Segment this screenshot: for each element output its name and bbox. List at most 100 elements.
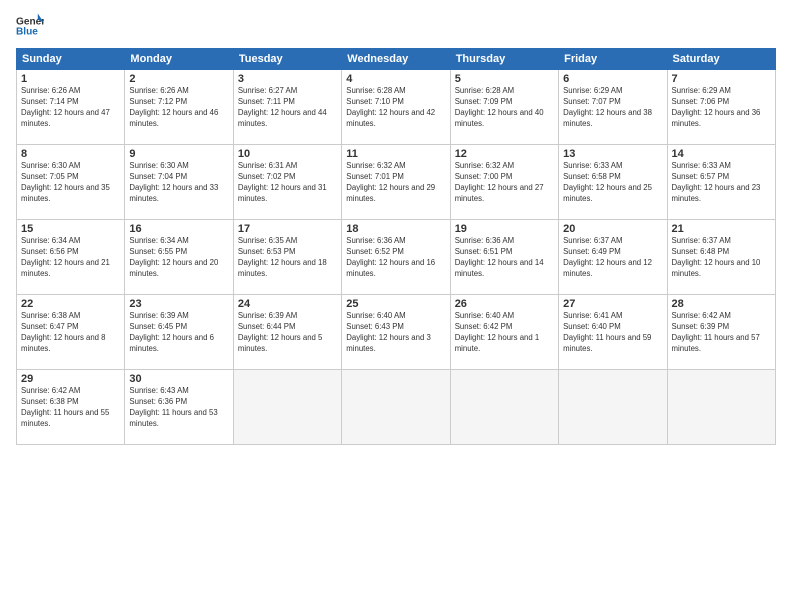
day-number: 29	[21, 373, 120, 385]
day-info: Sunrise: 6:34 AM Sunset: 6:56 PM Dayligh…	[21, 236, 120, 280]
day-cell-29: 29 Sunrise: 6:42 AM Sunset: 6:38 PM Dayl…	[17, 370, 125, 445]
day-cell-16: 16 Sunrise: 6:34 AM Sunset: 6:55 PM Dayl…	[125, 220, 233, 295]
day-info: Sunrise: 6:33 AM Sunset: 6:57 PM Dayligh…	[672, 161, 771, 205]
day-info: Sunrise: 6:41 AM Sunset: 6:40 PM Dayligh…	[563, 311, 662, 355]
day-number: 9	[129, 148, 228, 160]
logo: General Blue	[16, 12, 44, 40]
day-number: 28	[672, 298, 771, 310]
empty-cell	[342, 370, 450, 445]
day-cell-25: 25 Sunrise: 6:40 AM Sunset: 6:43 PM Dayl…	[342, 295, 450, 370]
header-friday: Friday	[559, 49, 667, 70]
header-tuesday: Tuesday	[233, 49, 341, 70]
day-info: Sunrise: 6:39 AM Sunset: 6:44 PM Dayligh…	[238, 311, 337, 355]
calendar: Sunday Monday Tuesday Wednesday Thursday…	[16, 48, 776, 445]
day-number: 2	[129, 73, 228, 85]
logo-icon: General Blue	[16, 12, 44, 40]
day-number: 6	[563, 73, 662, 85]
day-cell-21: 21 Sunrise: 6:37 AM Sunset: 6:48 PM Dayl…	[667, 220, 775, 295]
day-cell-8: 8 Sunrise: 6:30 AM Sunset: 7:05 PM Dayli…	[17, 145, 125, 220]
day-cell-24: 24 Sunrise: 6:39 AM Sunset: 6:44 PM Dayl…	[233, 295, 341, 370]
svg-text:Blue: Blue	[16, 27, 38, 38]
day-number: 16	[129, 223, 228, 235]
day-info: Sunrise: 6:37 AM Sunset: 6:48 PM Dayligh…	[672, 236, 771, 280]
day-number: 10	[238, 148, 337, 160]
day-cell-17: 17 Sunrise: 6:35 AM Sunset: 6:53 PM Dayl…	[233, 220, 341, 295]
page: General Blue Sunday Monday Tuesday Wedne…	[0, 0, 792, 612]
day-cell-11: 11 Sunrise: 6:32 AM Sunset: 7:01 PM Dayl…	[342, 145, 450, 220]
empty-cell	[450, 370, 558, 445]
day-cell-2: 2 Sunrise: 6:26 AM Sunset: 7:12 PM Dayli…	[125, 70, 233, 145]
day-number: 15	[21, 223, 120, 235]
day-cell-19: 19 Sunrise: 6:36 AM Sunset: 6:51 PM Dayl…	[450, 220, 558, 295]
day-info: Sunrise: 6:29 AM Sunset: 7:06 PM Dayligh…	[672, 86, 771, 130]
day-cell-20: 20 Sunrise: 6:37 AM Sunset: 6:49 PM Dayl…	[559, 220, 667, 295]
day-cell-7: 7 Sunrise: 6:29 AM Sunset: 7:06 PM Dayli…	[667, 70, 775, 145]
day-info: Sunrise: 6:33 AM Sunset: 6:58 PM Dayligh…	[563, 161, 662, 205]
day-cell-28: 28 Sunrise: 6:42 AM Sunset: 6:39 PM Dayl…	[667, 295, 775, 370]
day-info: Sunrise: 6:26 AM Sunset: 7:12 PM Dayligh…	[129, 86, 228, 130]
day-cell-12: 12 Sunrise: 6:32 AM Sunset: 7:00 PM Dayl…	[450, 145, 558, 220]
day-info: Sunrise: 6:43 AM Sunset: 6:36 PM Dayligh…	[129, 386, 228, 430]
day-number: 20	[563, 223, 662, 235]
day-cell-9: 9 Sunrise: 6:30 AM Sunset: 7:04 PM Dayli…	[125, 145, 233, 220]
day-number: 12	[455, 148, 554, 160]
day-info: Sunrise: 6:40 AM Sunset: 6:42 PM Dayligh…	[455, 311, 554, 355]
day-number: 24	[238, 298, 337, 310]
day-number: 22	[21, 298, 120, 310]
day-number: 19	[455, 223, 554, 235]
header-wednesday: Wednesday	[342, 49, 450, 70]
day-info: Sunrise: 6:40 AM Sunset: 6:43 PM Dayligh…	[346, 311, 445, 355]
day-cell-3: 3 Sunrise: 6:27 AM Sunset: 7:11 PM Dayli…	[233, 70, 341, 145]
day-number: 21	[672, 223, 771, 235]
day-cell-30: 30 Sunrise: 6:43 AM Sunset: 6:36 PM Dayl…	[125, 370, 233, 445]
day-cell-23: 23 Sunrise: 6:39 AM Sunset: 6:45 PM Dayl…	[125, 295, 233, 370]
day-info: Sunrise: 6:37 AM Sunset: 6:49 PM Dayligh…	[563, 236, 662, 280]
empty-cell	[559, 370, 667, 445]
day-number: 25	[346, 298, 445, 310]
day-info: Sunrise: 6:42 AM Sunset: 6:38 PM Dayligh…	[21, 386, 120, 430]
week-row-3: 15 Sunrise: 6:34 AM Sunset: 6:56 PM Dayl…	[17, 220, 776, 295]
day-number: 1	[21, 73, 120, 85]
day-info: Sunrise: 6:27 AM Sunset: 7:11 PM Dayligh…	[238, 86, 337, 130]
day-number: 4	[346, 73, 445, 85]
day-cell-10: 10 Sunrise: 6:31 AM Sunset: 7:02 PM Dayl…	[233, 145, 341, 220]
day-info: Sunrise: 6:36 AM Sunset: 6:51 PM Dayligh…	[455, 236, 554, 280]
day-info: Sunrise: 6:32 AM Sunset: 7:01 PM Dayligh…	[346, 161, 445, 205]
header-sunday: Sunday	[17, 49, 125, 70]
week-row-2: 8 Sunrise: 6:30 AM Sunset: 7:05 PM Dayli…	[17, 145, 776, 220]
day-cell-4: 4 Sunrise: 6:28 AM Sunset: 7:10 PM Dayli…	[342, 70, 450, 145]
day-number: 18	[346, 223, 445, 235]
day-number: 17	[238, 223, 337, 235]
day-info: Sunrise: 6:34 AM Sunset: 6:55 PM Dayligh…	[129, 236, 228, 280]
day-info: Sunrise: 6:42 AM Sunset: 6:39 PM Dayligh…	[672, 311, 771, 355]
day-cell-14: 14 Sunrise: 6:33 AM Sunset: 6:57 PM Dayl…	[667, 145, 775, 220]
day-number: 26	[455, 298, 554, 310]
day-cell-26: 26 Sunrise: 6:40 AM Sunset: 6:42 PM Dayl…	[450, 295, 558, 370]
day-cell-15: 15 Sunrise: 6:34 AM Sunset: 6:56 PM Dayl…	[17, 220, 125, 295]
day-info: Sunrise: 6:28 AM Sunset: 7:10 PM Dayligh…	[346, 86, 445, 130]
day-cell-18: 18 Sunrise: 6:36 AM Sunset: 6:52 PM Dayl…	[342, 220, 450, 295]
day-info: Sunrise: 6:39 AM Sunset: 6:45 PM Dayligh…	[129, 311, 228, 355]
day-info: Sunrise: 6:31 AM Sunset: 7:02 PM Dayligh…	[238, 161, 337, 205]
day-number: 14	[672, 148, 771, 160]
day-number: 5	[455, 73, 554, 85]
day-number: 13	[563, 148, 662, 160]
day-number: 8	[21, 148, 120, 160]
day-number: 27	[563, 298, 662, 310]
day-number: 3	[238, 73, 337, 85]
day-info: Sunrise: 6:30 AM Sunset: 7:05 PM Dayligh…	[21, 161, 120, 205]
day-number: 23	[129, 298, 228, 310]
header-saturday: Saturday	[667, 49, 775, 70]
day-cell-5: 5 Sunrise: 6:28 AM Sunset: 7:09 PM Dayli…	[450, 70, 558, 145]
day-info: Sunrise: 6:35 AM Sunset: 6:53 PM Dayligh…	[238, 236, 337, 280]
day-number: 30	[129, 373, 228, 385]
header-monday: Monday	[125, 49, 233, 70]
day-cell-13: 13 Sunrise: 6:33 AM Sunset: 6:58 PM Dayl…	[559, 145, 667, 220]
day-info: Sunrise: 6:32 AM Sunset: 7:00 PM Dayligh…	[455, 161, 554, 205]
day-number: 11	[346, 148, 445, 160]
day-cell-6: 6 Sunrise: 6:29 AM Sunset: 7:07 PM Dayli…	[559, 70, 667, 145]
weekday-header-row: Sunday Monday Tuesday Wednesday Thursday…	[17, 49, 776, 70]
week-row-1: 1 Sunrise: 6:26 AM Sunset: 7:14 PM Dayli…	[17, 70, 776, 145]
day-info: Sunrise: 6:38 AM Sunset: 6:47 PM Dayligh…	[21, 311, 120, 355]
header-thursday: Thursday	[450, 49, 558, 70]
